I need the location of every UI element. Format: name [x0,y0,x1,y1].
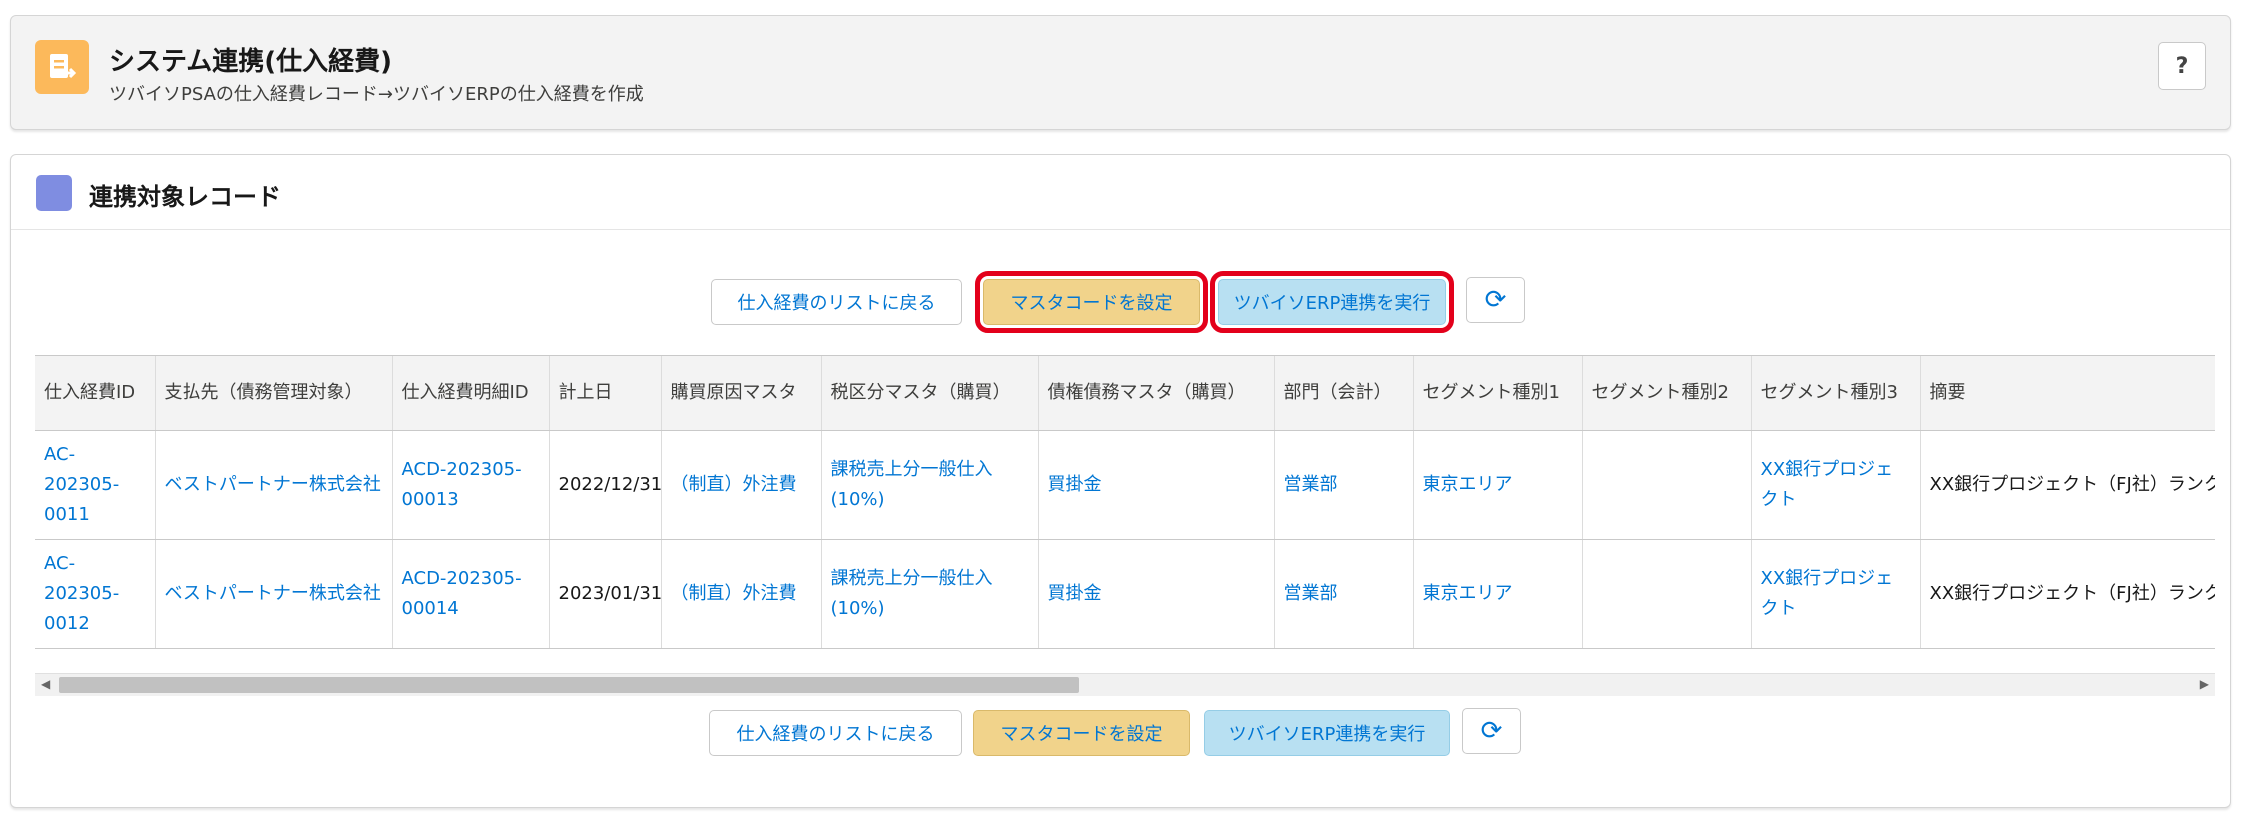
scroll-left-arrow-icon[interactable]: ◀ [41,677,50,691]
top-button-row: 仕入経費のリストに戻る マスタコードを設定 ツバイソERP連携を実行 ⟳ [11,271,2230,335]
horizontal-scrollbar[interactable]: ◀ ▶ [35,673,2215,696]
expense-id-link[interactable]: AC-202305-0012 [35,539,156,649]
department-link[interactable]: 営業部 [1274,430,1414,540]
page-title: システム連携(仕入経費) [109,47,392,77]
back-to-list-button[interactable]: 仕入経費のリストに戻る [711,279,962,325]
column-header[interactable]: 仕入経費ID [35,356,156,431]
tax-master-link[interactable]: 課税売上分一般仕入(10%) [821,539,1039,649]
column-header[interactable]: セグメント種別3 [1751,356,1921,431]
refresh-icon: ⟳ [1480,716,1503,746]
table-header-row: 仕入経費ID 支払先（債務管理対象） 仕入経費明細ID 計上日 購買原因マスタ … [35,356,2215,431]
table-row: AC-202305-0012 ベストパートナー株式会社 ACD-202305-0… [35,539,2215,649]
column-header[interactable]: 購買原因マスタ [661,356,822,431]
bottom-button-row: 仕入経費のリストに戻る マスタコードを設定 ツバイソERP連携を実行 ⟳ [11,708,2230,766]
expense-id-link[interactable]: AC-202305-0011 [35,430,156,540]
tax-master-link[interactable]: 課税売上分一般仕入(10%) [821,430,1039,540]
scrollbar-thumb[interactable] [59,677,1079,693]
debt-master-link[interactable]: 買掛金 [1038,430,1275,540]
detail-id-link[interactable]: ACD-202305-00013 [392,430,550,540]
segment2-cell [1582,430,1752,540]
segment1-link[interactable]: 東京エリア [1413,430,1583,540]
page-header: システム連携(仕入経費) ツバイソPSAの仕入経費レコード→ツバイソERPの仕入… [10,15,2231,130]
debt-master-link[interactable]: 買掛金 [1038,539,1275,649]
column-header[interactable]: 計上日 [549,356,662,431]
expense-report-icon [35,40,89,94]
records-table: 仕入経費ID 支払先（債務管理対象） 仕入経費明細ID 計上日 購買原因マスタ … [35,355,2215,674]
column-header[interactable]: 摘要 [1920,356,2215,431]
segment2-cell [1582,539,1752,649]
cause-master-link[interactable]: （制直）外注費 [661,539,822,649]
segment3-link[interactable]: XX銀行プロジェクト [1751,430,1921,540]
column-header[interactable]: 部門（会計） [1274,356,1414,431]
column-header[interactable]: セグメント種別1 [1413,356,1583,431]
refresh-button[interactable]: ⟳ [1466,277,1525,323]
column-header[interactable]: 支払先（債務管理対象） [155,356,393,431]
segment1-link[interactable]: 東京エリア [1413,539,1583,649]
back-to-list-button[interactable]: 仕入経費のリストに戻る [709,710,962,756]
department-link[interactable]: 営業部 [1274,539,1414,649]
column-header[interactable]: 税区分マスタ（購買） [821,356,1039,431]
column-header[interactable]: セグメント種別2 [1582,356,1752,431]
column-header[interactable]: 債権債務マスタ（購買） [1038,356,1275,431]
page-subtitle: ツバイソPSAの仕入経費レコード→ツバイソERPの仕入経費を作成 [109,84,644,105]
set-master-code-button[interactable]: マスタコードを設定 [975,271,1208,333]
posting-date: 2023/01/31 [549,539,662,649]
refresh-icon: ⟳ [1484,285,1507,315]
section-title: 連携対象レコード [89,183,281,211]
payee-link[interactable]: ベストパートナー株式会社 [155,430,393,540]
posting-date: 2022/12/31 [549,430,662,540]
section-icon [36,175,72,211]
detail-id-link[interactable]: ACD-202305-00014 [392,539,550,649]
column-header[interactable]: 仕入経費明細ID [392,356,550,431]
run-erp-sync-button[interactable]: ツバイソERP連携を実行 [1210,271,1454,333]
payee-link[interactable]: ベストパートナー株式会社 [155,539,393,649]
set-master-code-button[interactable]: マスタコードを設定 [973,710,1190,756]
summary-cell: XX銀行プロジェクト（FJ社）ランク3 [1920,430,2215,540]
table-row: AC-202305-0011 ベストパートナー株式会社 ACD-202305-0… [35,430,2215,540]
help-button[interactable]: ? [2158,42,2206,90]
summary-cell: XX銀行プロジェクト（FJ社）ランク3 [1920,539,2215,649]
run-erp-sync-button[interactable]: ツバイソERP連携を実行 [1204,710,1450,756]
refresh-button[interactable]: ⟳ [1462,708,1521,754]
segment3-link[interactable]: XX銀行プロジェクト [1751,539,1921,649]
scroll-right-arrow-icon[interactable]: ▶ [2200,677,2209,691]
records-panel: 連携対象レコード 仕入経費のリストに戻る マスタコードを設定 ツバイソERP連携… [10,154,2231,808]
cause-master-link[interactable]: （制直）外注費 [661,430,822,540]
section-header: 連携対象レコード [11,155,2230,230]
